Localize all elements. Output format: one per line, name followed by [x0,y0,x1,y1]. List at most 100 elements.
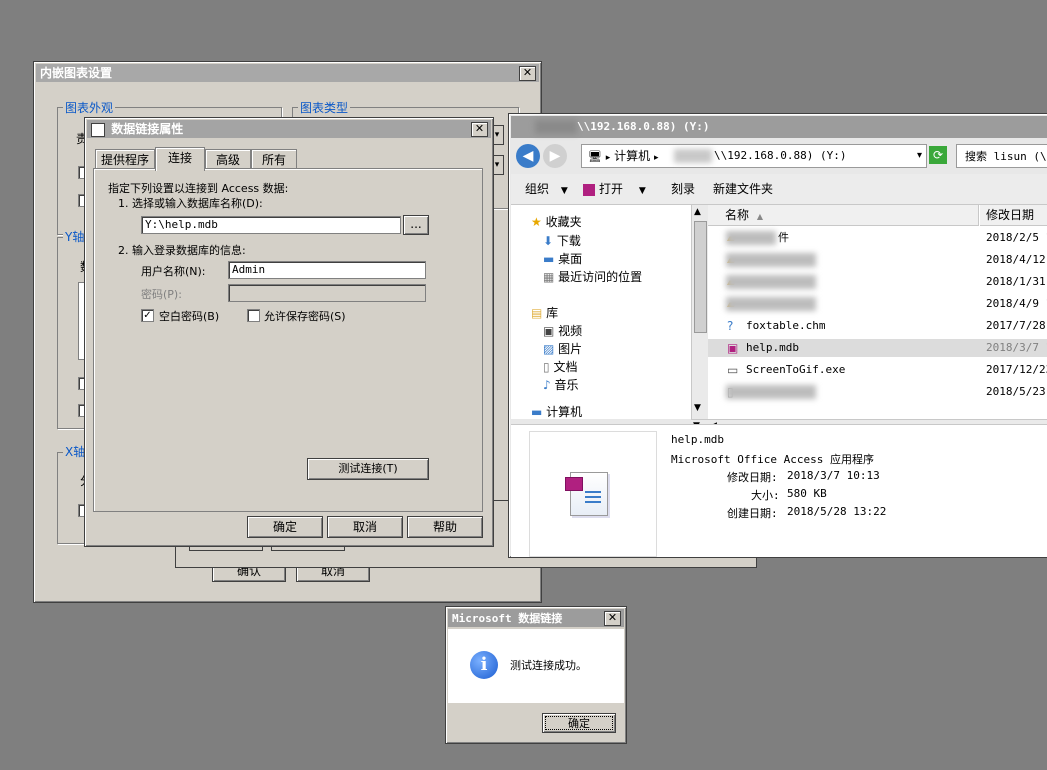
redacted-name [726,231,776,245]
redacted-name [726,297,816,311]
organize-button[interactable]: 组织 ▼ [525,174,568,206]
file-list: 名称 ▲ 修改日期 ▰件2018/2/5 1 ▰2018/4/12 ▰2018/1/… [708,205,1047,419]
access-file-icon: ▣ [727,341,739,355]
music-icon: ♪ [543,378,551,392]
nav-documents[interactable]: ▯ 文档 [543,358,577,375]
file-modified-date: 2018/3/7 1 [986,341,1047,354]
appearance-group-label: 图表外观 [63,99,116,116]
address-dropdown-icon[interactable]: ▾ [917,145,922,167]
nav-computer[interactable]: ▬ 计算机 [531,403,582,419]
file-row[interactable]: ▯2018/5/23 [708,383,1047,401]
chart-type-group-label: 图表类型 [298,99,351,116]
details-type: Microsoft Office Access 应用程序 [671,453,874,466]
help-button[interactable]: 帮助 [407,516,483,538]
nav-libraries[interactable]: ▤ 库 [531,304,558,321]
file-modified-date: 2017/12/23 [986,363,1047,376]
forward-button[interactable]: ▶ [543,144,567,168]
details-pane: help.mdb Microsoft Office Access 应用程序 修改… [511,424,1047,557]
message-box: Microsoft 数据链接 ✕ i 测试连接成功。 确定 [445,606,627,744]
password-label: 密码(P): [141,288,182,301]
embed-chart-titlebar: 内嵌图表设置 ✕ [36,64,539,82]
chevron-right-icon: ▸ [605,153,611,163]
burn-button[interactable]: 刻录 [671,174,695,204]
tab-advanced[interactable]: 高级 [205,149,251,170]
message-ok-button[interactable]: 确定 [542,713,616,733]
open-button[interactable]: 打开 ▼ [583,174,646,206]
file-modified-date: 2018/4/9 1 [986,297,1047,310]
nav-recent[interactable]: ▦ 最近访问的位置 [543,268,642,285]
file-modified-date: 2018/2/5 1 [986,231,1047,244]
file-name: help.mdb [746,341,799,354]
library-icon: ▤ [531,306,543,320]
tab-all[interactable]: 所有 [251,149,297,170]
search-placeholder: 搜索 lisun (\\ [965,150,1047,163]
tab-provider[interactable]: 提供程序 [95,149,155,170]
details-modified-value: 2018/3/7 10:13 [787,469,880,482]
browse-button[interactable]: ... [403,215,429,235]
search-box[interactable]: 搜索 lisun (\\ [956,144,1047,168]
redacted-name [726,253,816,267]
test-connection-button[interactable]: 测试连接(T) [307,458,429,480]
access-icon [583,183,595,196]
sort-ascending-icon: ▲ [756,212,763,221]
command-bar: 组织 ▼ 打开 ▼ 刻录 新建文件夹 [511,174,1047,205]
address-bar[interactable]: 🖥 ▸ 计算机 ▸ \\192.168.0.88) (Y:) ▾ [581,144,927,168]
access-key-icon [565,477,583,491]
tab-strip: 提供程序 连接 高级 所有 [95,147,485,171]
close-icon[interactable]: ✕ [519,66,536,81]
password-input[interactable] [228,284,426,302]
navigation-pane: ★ 收藏夹 ⬇ 下载 ▬ 桌面 ▦ 最近访问的位置 ▤ 库 ▣ 视频 ▨ 图片 … [511,205,691,419]
column-header-modified[interactable]: 修改日期 [980,205,1047,226]
nav-music[interactable]: ♪ 音乐 [543,376,579,393]
file-row[interactable]: ▰2018/4/9 1 [708,295,1047,313]
details-modified-label: 修改日期: [727,471,778,484]
datalink-titlebar: 数据链接属性 ✕ [87,120,491,138]
message-box-title: Microsoft 数据链接 [452,612,563,625]
help-file-icon: ? [727,319,734,333]
close-icon[interactable]: ✕ [471,122,488,137]
nav-desktop[interactable]: ▬ 桌面 [543,250,582,267]
breadcrumb-computer[interactable]: 计算机 [614,149,650,163]
scroll-down-arrow[interactable]: ▼ [694,403,701,413]
nav-pictures[interactable]: ▨ 图片 [543,340,582,357]
file-row[interactable]: ▭ ScreenToGif.exe 2017/12/23 [708,361,1047,379]
embed-chart-title: 内嵌图表设置 [40,66,113,80]
info-icon: i [470,651,498,679]
file-row[interactable]: ? foxtable.chm 2017/7/28 [708,317,1047,335]
nav-favorites[interactable]: ★ 收藏夹 [531,213,582,230]
nav-scrollbar[interactable]: ▲ ▼ [691,205,708,419]
scroll-thumb[interactable] [694,221,707,333]
breadcrumb-drive[interactable]: \\192.168.0.88) (Y:) [714,145,846,167]
refresh-icon[interactable]: ⟳ [929,146,947,164]
datalink-dialog: 数据链接属性 ✕ 提供程序 连接 高级 所有 指定下列设置以连接到 Access… [84,117,494,547]
step2-label: 2. 输入登录数据库的信息: [118,244,246,257]
file-row[interactable]: ▣ help.mdb 2018/3/7 1 [708,339,1047,357]
address-blur [674,149,712,163]
new-folder-button[interactable]: 新建文件夹 [713,174,773,204]
file-row[interactable]: ▰2018/4/12 [708,251,1047,269]
details-filename: help.mdb [671,433,724,446]
blank-password-checkbox[interactable]: ✓ [141,309,154,322]
close-icon[interactable]: ✕ [604,611,621,626]
step1-label: 1. 选择或输入数据库名称(D): [118,197,263,210]
username-input[interactable]: Admin [228,261,426,279]
cancel-button[interactable]: 取消 [327,516,403,538]
nav-videos[interactable]: ▣ 视频 [543,322,582,339]
tab-connection[interactable]: 连接 [155,147,205,171]
message-box-titlebar: Microsoft 数据链接 ✕ [448,609,624,627]
y-axis-group-label: Y轴 [63,228,87,245]
file-row[interactable]: ▰2018/1/31 [708,273,1047,291]
chevron-down-icon: ▼ [638,186,646,196]
scroll-up-arrow[interactable]: ▲ [694,207,701,217]
file-row[interactable]: ▰件2018/2/5 1 [708,229,1047,247]
ok-button[interactable]: 确定 [247,516,323,538]
back-button[interactable]: ◀ [516,144,540,168]
database-path-input[interactable]: Y:\help.mdb [141,216,401,234]
save-password-checkbox[interactable] [247,309,260,322]
picture-icon: ▨ [543,342,555,356]
nav-downloads[interactable]: ⬇ 下载 [543,232,581,249]
column-header-name[interactable]: 名称 ▲ [708,205,979,226]
instruction-text: 指定下列设置以连接到 Access 数据: [108,182,289,195]
desktop-icon: ▬ [543,252,555,266]
chevron-down-icon: ▼ [560,186,568,196]
